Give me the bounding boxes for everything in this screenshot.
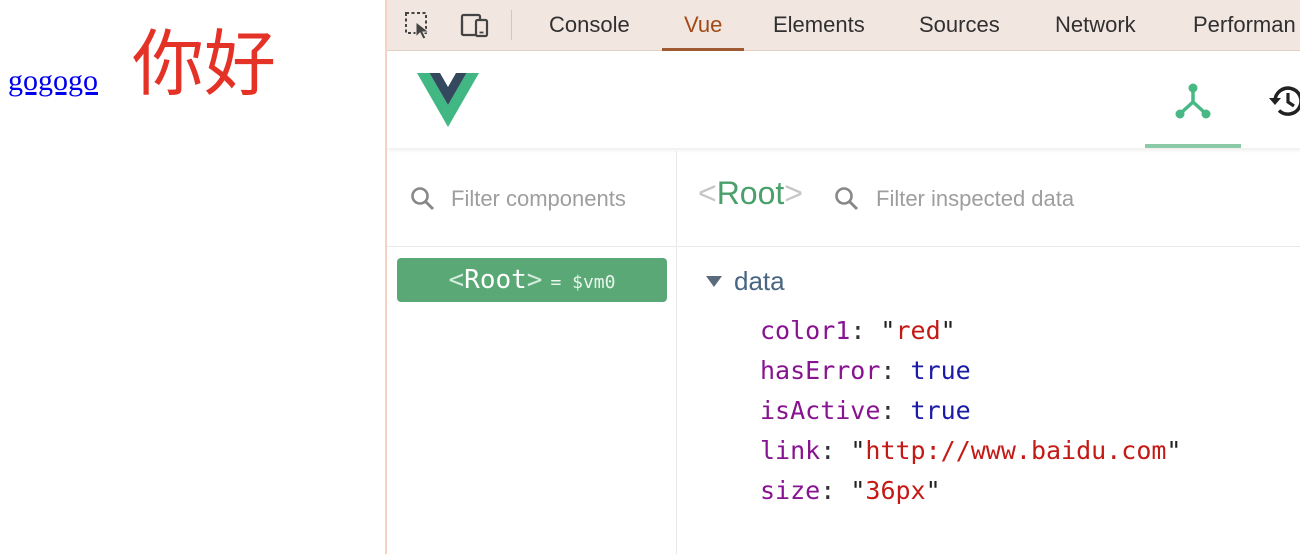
gogogo-link[interactable]: gogogo [8, 64, 98, 98]
inspected-page: gogogo 你好 [0, 0, 385, 554]
tree-node-root[interactable]: <Root> = $vm0 [397, 258, 667, 302]
device-toolbar-icon[interactable] [459, 10, 491, 40]
search-icon [411, 187, 435, 211]
history-tab-button[interactable] [1253, 51, 1300, 148]
tab-elements[interactable]: Elements [773, 0, 865, 51]
inspector-header: <Root> [678, 151, 1300, 247]
history-icon [1269, 86, 1300, 116]
data-row[interactable]: isActive: true [760, 391, 1181, 431]
inspector-pane: <Root> data color1: "red" hasError: true… [678, 151, 1300, 554]
inspect-element-icon[interactable] [403, 10, 435, 40]
tab-performance[interactable]: Performan [1193, 0, 1296, 51]
data-section-toggle[interactable]: data [706, 266, 785, 296]
selected-component-name: <Root> [698, 175, 803, 211]
filter-inspected-data-input[interactable] [876, 179, 1286, 219]
data-properties: color1: "red" hasError: true isActive: t… [760, 311, 1181, 511]
devtools-panel: Console Vue Elements Sources Network Per… [385, 0, 1300, 554]
components-tab-button[interactable] [1145, 51, 1241, 148]
vm-reference: = $vm0 [550, 272, 616, 293]
toolbar-divider [511, 10, 512, 40]
components-tree-icon [1175, 83, 1211, 119]
devtools-tabbar: Console Vue Elements Sources Network Per… [387, 0, 1300, 51]
tree-node-tag: <Root> [448, 265, 543, 295]
tab-console[interactable]: Console [549, 0, 630, 51]
tab-vue[interactable]: Vue [661, 0, 745, 51]
vue-logo-icon [417, 73, 479, 127]
vue-devtools-header [387, 51, 1300, 148]
tab-sources[interactable]: Sources [919, 0, 1000, 51]
data-row[interactable]: color1: "red" [760, 311, 1181, 351]
greeting-text: 你好 [132, 22, 277, 106]
data-row[interactable]: hasError: true [760, 351, 1181, 391]
search-icon [835, 187, 859, 211]
collapse-triangle-icon [706, 275, 722, 287]
data-row[interactable]: size: "36px" [760, 471, 1181, 511]
tab-network[interactable]: Network [1055, 0, 1136, 51]
components-pane: <Root> = $vm0 [387, 151, 677, 554]
filter-components-input[interactable] [451, 179, 671, 219]
data-row[interactable]: link: "http://www.baidu.com" [760, 431, 1181, 471]
components-filter-bar [387, 151, 676, 247]
